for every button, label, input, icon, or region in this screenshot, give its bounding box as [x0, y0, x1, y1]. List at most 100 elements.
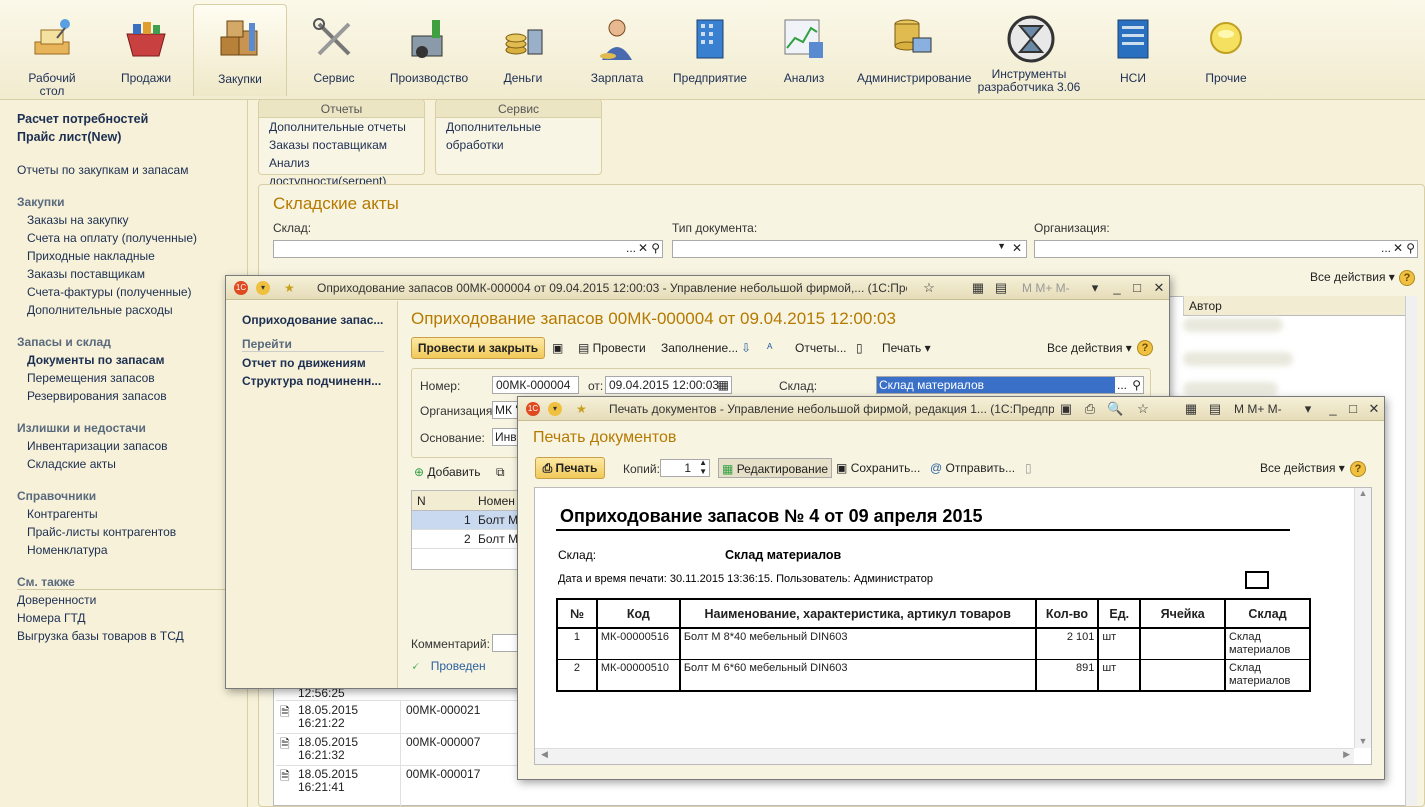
col-nom: Номен — [478, 494, 515, 508]
nav-item[interactable]: Доверенности — [17, 593, 96, 607]
send-button[interactable]: @ Отправить... — [930, 458, 1015, 478]
number-label: Номер: — [420, 379, 461, 393]
nav-item[interactable]: Приходные накладные — [27, 249, 155, 263]
nav-item[interactable]: Счета на оплату (полученные) — [27, 231, 197, 245]
section-analysis[interactable]: Анализ — [759, 8, 849, 85]
related-docs-icon[interactable]: ⇩ — [741, 338, 751, 358]
reports-button[interactable]: Отчеты... — [795, 338, 846, 358]
section-money[interactable]: Деньги — [478, 8, 568, 85]
filter-type-input[interactable]: ▼ ✕ — [672, 240, 1027, 258]
print-menu[interactable]: Печать ▾ — [882, 338, 931, 358]
section-purchases[interactable]: Закупки — [193, 4, 287, 96]
table-row[interactable]: 1 Болт М — [412, 511, 520, 530]
help-icon[interactable]: ? — [1350, 461, 1366, 477]
nav-price-list[interactable]: Прайс лист(New) — [17, 130, 121, 144]
section-production[interactable]: Производство — [384, 8, 474, 85]
section-enterprise[interactable]: Предприятие — [665, 8, 755, 85]
nav-item[interactable]: Выгрузка базы товаров в ТСД — [17, 629, 184, 643]
disk-icon: ▣ — [836, 461, 848, 475]
nav-structure[interactable]: Структура подчиненн... — [242, 374, 381, 388]
favorite-icon: ☆ — [1137, 401, 1149, 416]
sklad-field[interactable]: Склад материалов... ⚲ — [876, 376, 1144, 394]
structure-icon[interactable]: ᴬ — [767, 338, 772, 358]
row-number[interactable]: 00МК-000021 — [406, 704, 480, 717]
col-header: Склад — [1224, 598, 1311, 629]
table-row[interactable]: 2 Болт М — [412, 530, 520, 549]
save-button[interactable]: ▣ Сохранить... — [836, 458, 920, 478]
section-label: Инструменты разработчика 3.06 — [977, 67, 1081, 94]
panel-link[interactable]: Дополнительные обработки — [436, 118, 601, 154]
nav-item[interactable]: Резервирования запасов — [27, 389, 167, 403]
number-field[interactable]: 00МК-000004 — [492, 376, 579, 394]
section-nsi[interactable]: НСИ — [1088, 8, 1178, 85]
vertical-scrollbar[interactable]: ▲ ▼ — [1354, 488, 1371, 748]
nav-movement-report[interactable]: Отчет по движениям — [242, 356, 366, 370]
filter-org-input[interactable]: ... ✕ ⚲ — [1034, 240, 1418, 258]
post-button[interactable]: ▤ Провести — [578, 338, 646, 358]
print-button[interactable]: ⎙ Печать — [535, 457, 605, 479]
save-icon[interactable]: ▣ — [552, 338, 563, 358]
nav-item[interactable]: Контрагенты — [27, 507, 98, 521]
nav-item[interactable]: Перемещения запасов — [27, 371, 155, 385]
nav-item[interactable]: Складские акты — [27, 457, 116, 471]
nav-calc-needs[interactable]: Расчет потребностей — [17, 112, 148, 126]
section-label: НСИ — [1120, 71, 1146, 85]
copy-row-icon[interactable]: ⧉ — [496, 462, 505, 482]
section-desktop[interactable]: Рабочий стол — [7, 8, 97, 98]
section-devtools[interactable]: Инструменты разработчика 3.06 — [977, 8, 1081, 94]
add-row-button[interactable]: ⊕ Добавить — [414, 462, 480, 482]
nav-main-link[interactable]: Оприходование запас... — [242, 313, 383, 327]
clear-icon: ✕ — [1392, 241, 1403, 255]
col-author[interactable]: Автор — [1183, 296, 1405, 316]
nav-reports[interactable]: Отчеты по закупкам и запасам — [17, 163, 188, 177]
window-titlebar: 1С ▾ ★ Оприходование запасов 00МК-000004… — [226, 276, 1169, 300]
nav-item[interactable]: Дополнительные расходы — [27, 303, 173, 317]
nav-item[interactable]: Инвентаризации запасов — [27, 439, 168, 453]
section-admin[interactable]: Администрирование — [857, 8, 971, 85]
app-1c-icon: 1С — [234, 281, 248, 295]
date-field[interactable]: 09.04.2015 12:00:03 ▦ — [605, 376, 732, 394]
panel-title: Сервис — [436, 100, 601, 118]
all-actions-menu[interactable]: Все действия ▾ — [1310, 267, 1395, 287]
panel-link[interactable]: Дополнительные отчеты — [259, 118, 424, 136]
author-blurred — [1183, 318, 1283, 332]
filter-sklad-input[interactable]: ... ✕ ⚲ — [273, 240, 663, 258]
nav-item[interactable]: Номенклатура — [27, 543, 108, 557]
nav-item[interactable]: Номера ГТД — [17, 611, 86, 625]
section-salary[interactable]: Зарплата — [572, 8, 662, 85]
nav-item-active[interactable]: Документы по запасам — [27, 353, 165, 367]
all-actions-menu[interactable]: Все действия ▾ — [1260, 458, 1345, 478]
doc-icon[interactable]: ▯ — [856, 338, 863, 358]
section-label: Зарплата — [590, 71, 644, 85]
nav-item[interactable]: Счета-фактуры (полученные) — [27, 285, 192, 299]
edit-toggle-button[interactable]: ▦ Редактирование — [718, 458, 833, 478]
author-blurred — [1183, 382, 1278, 396]
nav-item[interactable]: Заказы поставщикам — [27, 267, 145, 281]
grid-scrollbar[interactable] — [1405, 296, 1417, 806]
section-other[interactable]: Прочие — [1181, 8, 1271, 85]
copies-stepper[interactable]: 1 ▲ ▼ — [660, 458, 710, 477]
coins-icon — [500, 16, 546, 62]
fill-button[interactable]: Заполнение... — [661, 338, 738, 358]
post-and-close-button[interactable]: Провести и закрыть — [411, 337, 545, 359]
help-icon[interactable]: ? — [1399, 270, 1415, 286]
bulb-icon — [1203, 16, 1249, 62]
basket-icon — [123, 16, 169, 62]
section-sales[interactable]: Продажи — [101, 8, 191, 85]
nav-item[interactable]: Прайс-листы контрагентов — [27, 525, 176, 539]
help-icon[interactable]: ? — [1137, 340, 1153, 356]
minimize-icon: _ — [1113, 280, 1121, 295]
section-service[interactable]: Сервис — [289, 8, 379, 85]
section-label: Закупки — [218, 72, 262, 86]
preview-icon[interactable]: ▯ — [1025, 458, 1032, 478]
posted-doc-icon: 🗎 — [280, 705, 290, 719]
row-number[interactable]: 00МК-000017 — [406, 768, 480, 781]
service-panel: Сервис Дополнительные обработки — [435, 99, 602, 175]
row-number[interactable]: 00МК-000007 — [406, 736, 480, 749]
panel-link[interactable]: Заказы поставщикам — [259, 136, 424, 154]
scroll-up-icon: ▲ — [1358, 488, 1368, 498]
all-actions-menu[interactable]: Все действия ▾ — [1047, 338, 1132, 358]
nav-item[interactable]: Заказы на закупку — [27, 213, 129, 227]
horizontal-scrollbar[interactable]: ◀ ▶ — [535, 748, 1354, 764]
factory-icon — [406, 16, 452, 62]
